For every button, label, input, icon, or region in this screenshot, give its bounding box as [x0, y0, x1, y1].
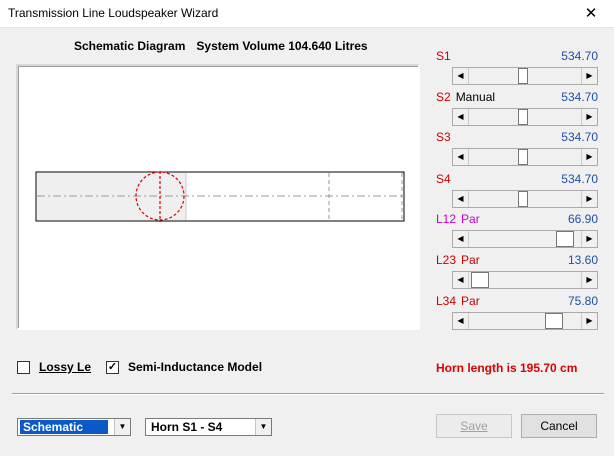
- slider-thumb[interactable]: [556, 231, 574, 247]
- param-value: 534.70: [561, 90, 598, 104]
- param-l34: L34 Par 75.80 ◀ ▶: [436, 294, 598, 334]
- param-label: S3: [436, 130, 451, 144]
- param-label: L34 Par: [436, 294, 480, 308]
- arrow-right-icon[interactable]: ▶: [581, 272, 597, 288]
- param-label: S1: [436, 49, 451, 63]
- arrow-right-icon[interactable]: ▶: [581, 109, 597, 125]
- diagram-title: Schematic Diagram: [74, 39, 186, 53]
- arrow-left-icon[interactable]: ◀: [453, 313, 469, 329]
- param-label: S2 Manual: [436, 90, 496, 104]
- param-s4: S4 534.70 ◀ ▶: [436, 172, 598, 212]
- param-l12: L12 Par 66.90 ◀ ▶: [436, 212, 598, 252]
- semi-inductance-label: Semi-Inductance Model: [128, 360, 263, 374]
- arrow-right-icon[interactable]: ▶: [581, 149, 597, 165]
- save-label: Save: [460, 419, 488, 433]
- s1-slider[interactable]: ◀ ▶: [452, 67, 598, 85]
- arrow-right-icon[interactable]: ▶: [581, 313, 597, 329]
- system-volume: System Volume 104.640 Litres: [196, 39, 368, 53]
- window-title: Transmission Line Loudspeaker Wizard: [8, 6, 219, 20]
- horn-length-text: Horn length is 195.70 cm: [436, 361, 578, 375]
- diagram-heading: Schematic Diagram System Volume 104.640 L…: [74, 39, 379, 53]
- param-value: 75.80: [567, 294, 598, 308]
- param-s2: S2 Manual 534.70 ◀ ▶: [436, 90, 598, 130]
- s3-slider[interactable]: ◀ ▶: [452, 148, 598, 166]
- s4-slider[interactable]: ◀ ▶: [452, 190, 598, 208]
- title-bar: Transmission Line Loudspeaker Wizard ✕: [0, 0, 614, 28]
- view-select-value: Schematic: [20, 420, 108, 434]
- l12-slider[interactable]: ◀ ▶: [452, 230, 598, 248]
- param-l23: L23 Par 13.60 ◀ ▶: [436, 253, 598, 293]
- horn-select-value: Horn S1 - S4: [151, 420, 223, 434]
- slider-thumb[interactable]: [518, 191, 528, 207]
- view-select[interactable]: Schematic ▼: [17, 418, 131, 436]
- param-value: 534.70: [561, 49, 598, 63]
- arrow-left-icon[interactable]: ◀: [453, 109, 469, 125]
- param-mode: Par: [461, 294, 480, 308]
- arrow-right-icon[interactable]: ▶: [581, 191, 597, 207]
- param-s3: S3 534.70 ◀ ▶: [436, 130, 598, 170]
- param-value: 13.60: [567, 253, 598, 267]
- schematic-canvas: [35, 171, 405, 222]
- lossy-le-label: Lossy Le: [39, 360, 92, 374]
- param-value: 66.90: [567, 212, 598, 226]
- arrow-right-icon[interactable]: ▶: [581, 231, 597, 247]
- l34-slider[interactable]: ◀ ▶: [452, 312, 598, 330]
- arrow-right-icon[interactable]: ▶: [581, 68, 597, 84]
- param-mode: Manual: [455, 90, 496, 104]
- param-label: L23 Par: [436, 253, 480, 267]
- slider-thumb[interactable]: [518, 149, 528, 165]
- arrow-left-icon[interactable]: ◀: [453, 149, 469, 165]
- lossy-le-checkbox[interactable]: [17, 361, 30, 374]
- slider-thumb[interactable]: [518, 68, 528, 84]
- chevron-down-icon[interactable]: ▼: [114, 419, 130, 435]
- arrow-left-icon[interactable]: ◀: [453, 272, 469, 288]
- param-mode: Par: [461, 212, 480, 226]
- slider-thumb[interactable]: [545, 313, 563, 329]
- param-value: 534.70: [561, 130, 598, 144]
- divider: [12, 393, 604, 395]
- cancel-button[interactable]: Cancel: [521, 414, 597, 438]
- arrow-left-icon[interactable]: ◀: [453, 191, 469, 207]
- save-button[interactable]: Save: [436, 414, 512, 438]
- semi-inductance-checkbox[interactable]: ✓: [106, 361, 119, 374]
- close-icon[interactable]: ✕: [568, 0, 614, 28]
- l23-slider[interactable]: ◀ ▶: [452, 271, 598, 289]
- horn-select[interactable]: Horn S1 - S4 ▼: [145, 418, 272, 436]
- param-value: 534.70: [561, 172, 598, 186]
- arrow-left-icon[interactable]: ◀: [453, 231, 469, 247]
- schematic-diagram: [16, 64, 420, 330]
- param-label: L12 Par: [436, 212, 480, 226]
- s2-slider[interactable]: ◀ ▶: [452, 108, 598, 126]
- param-mode: Par: [461, 253, 480, 267]
- param-s1: S1 534.70 ◀ ▶: [436, 49, 598, 89]
- param-label: S4: [436, 172, 451, 186]
- arrow-left-icon[interactable]: ◀: [453, 68, 469, 84]
- slider-thumb[interactable]: [518, 109, 528, 125]
- chevron-down-icon[interactable]: ▼: [255, 419, 271, 435]
- slider-thumb[interactable]: [471, 272, 489, 288]
